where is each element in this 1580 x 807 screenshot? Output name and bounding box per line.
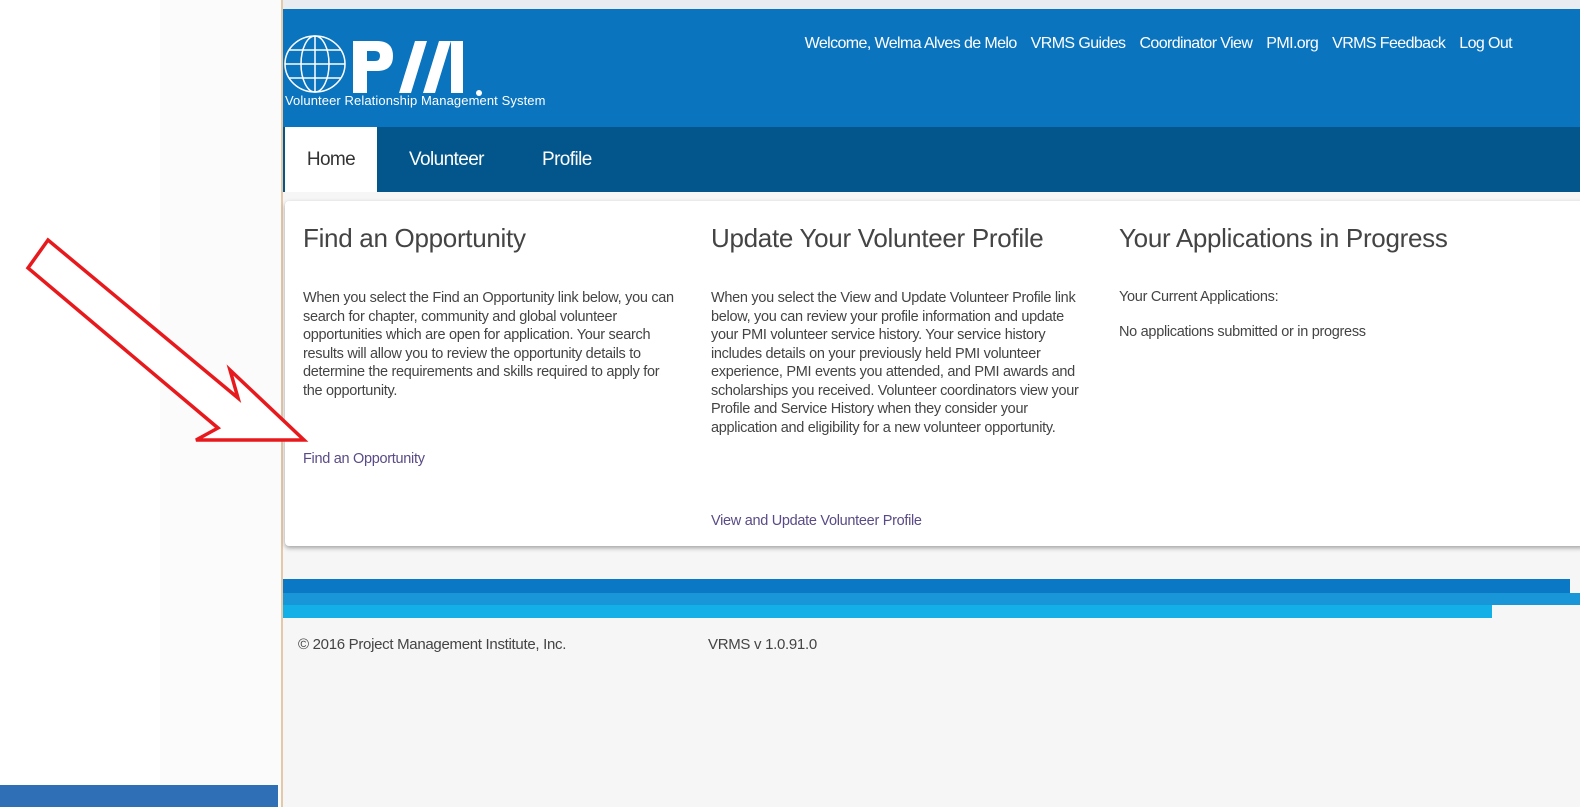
- footer-band: [283, 605, 1492, 618]
- footer-version: VRMS v 1.0.91.0: [708, 636, 817, 653]
- footer-band: [283, 579, 1570, 593]
- find-opportunity-description: When you select the Find an Opportunity …: [303, 290, 674, 399]
- find-opportunity-title: Find an Opportunity: [303, 223, 526, 253]
- header: Volunteer Relationship Management System…: [283, 9, 1580, 127]
- pmi-org-link[interactable]: PMI.org: [1266, 35, 1318, 53]
- top-strip: [283, 0, 1580, 9]
- update-profile-title: Update Your Volunteer Profile: [711, 223, 1044, 253]
- home-content-card: Find an Opportunity When you select the …: [285, 201, 1580, 546]
- vrms-feedback-link[interactable]: VRMS Feedback: [1332, 35, 1446, 53]
- view-update-profile-link[interactable]: View and Update Volunteer Profile: [711, 513, 922, 529]
- welcome-text: Welcome, Welma Alves de Melo: [804, 35, 1018, 52]
- vrms-guides-link[interactable]: VRMS Guides: [1031, 35, 1126, 53]
- footer-copyright: © 2016 Project Management Institute, Inc…: [298, 636, 567, 653]
- applications-status: No applications submitted or in progress: [1119, 324, 1366, 340]
- current-applications-label: Your Current Applications:: [1119, 289, 1279, 305]
- log-out-link[interactable]: Log Out: [1459, 35, 1512, 53]
- coordinator-view-link[interactable]: Coordinator View: [1139, 35, 1252, 53]
- top-links: Welcome, Welma Alves de Melo VRMS Guides…: [804, 35, 1513, 53]
- find-opportunity-link[interactable]: Find an Opportunity: [303, 451, 425, 467]
- applications-title: Your Applications in Progress: [1119, 223, 1448, 253]
- left-bottom-bar: [0, 785, 278, 807]
- footer-band: [283, 593, 1580, 605]
- tab-home[interactable]: Home: [285, 127, 377, 192]
- main-nav: Home Volunteer Profile: [283, 127, 1580, 192]
- tab-volunteer[interactable]: Volunteer: [409, 127, 484, 192]
- update-profile-description: When you select the View and Update Volu…: [711, 290, 1079, 436]
- vrms-app-window: Volunteer Relationship Management System…: [281, 0, 1580, 807]
- system-name: Volunteer Relationship Management System: [285, 93, 546, 108]
- pmi-logo[interactable]: [283, 31, 513, 101]
- left-blank-area: [0, 0, 160, 807]
- tab-profile[interactable]: Profile: [542, 127, 592, 192]
- left-panel: [160, 0, 281, 807]
